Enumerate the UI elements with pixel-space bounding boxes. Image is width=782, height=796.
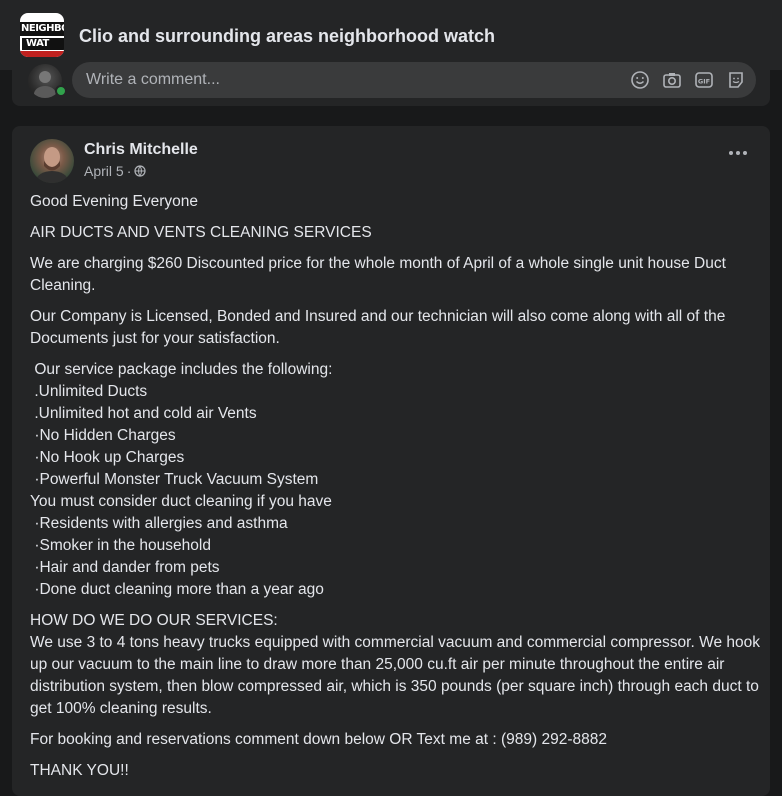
- post-paragraph: Our Company is Licensed, Bonded and Insu…: [30, 308, 730, 347]
- comment-input[interactable]: Write a comment... GIF: [72, 62, 756, 98]
- logo-text-line1: NEIGHBO: [21, 23, 64, 34]
- author-name[interactable]: Chris Mitchelle: [84, 140, 198, 160]
- camera-icon[interactable]: [662, 70, 682, 90]
- dot: [736, 151, 740, 155]
- post-date[interactable]: April 5: [84, 162, 124, 180]
- logo-text-line2: WAT: [26, 38, 49, 49]
- svg-text:GIF: GIF: [698, 77, 710, 85]
- comment-tools: GIF: [630, 70, 746, 90]
- post-paragraph: THANK YOU!!: [30, 762, 129, 779]
- post-paragraph: We are charging $260 Discounted price fo…: [30, 255, 731, 294]
- meta-separator: ·: [126, 163, 132, 179]
- logo-red-bar: [20, 51, 64, 57]
- post-paragraph: For booking and reservations comment dow…: [30, 731, 607, 748]
- sticker-icon[interactable]: [726, 70, 746, 90]
- dot: [743, 151, 747, 155]
- post-body: Good Evening Everyone AIR DUCTS AND VENT…: [30, 191, 760, 782]
- author-avatar[interactable]: [30, 139, 74, 183]
- post-paragraph: Our service package includes the followi…: [30, 361, 333, 598]
- post-meta: April 5 ·: [84, 162, 146, 180]
- comment-composer: Write a comment... GIF: [12, 62, 770, 106]
- emoji-icon[interactable]: [630, 70, 650, 90]
- comment-placeholder: Write a comment...: [86, 71, 220, 88]
- online-status-dot: [55, 85, 67, 97]
- post-paragraph: AIR DUCTS AND VENTS CLEANING SERVICES: [30, 224, 372, 241]
- group-logo[interactable]: NEIGHBO WAT: [20, 13, 64, 57]
- more-options-icon[interactable]: [726, 148, 750, 158]
- post-paragraph: HOW DO WE DO OUR SERVICES: We use 3 to 4…: [30, 612, 760, 717]
- globe-icon[interactable]: [134, 165, 146, 177]
- group-header: NEIGHBO WAT Clio and surrounding areas n…: [0, 0, 782, 70]
- author-figure: [36, 147, 68, 183]
- group-title[interactable]: Clio and surrounding areas neighborhood …: [79, 24, 495, 48]
- gif-icon[interactable]: GIF: [694, 70, 714, 90]
- post-paragraph: Good Evening Everyone: [30, 193, 199, 210]
- dot: [729, 151, 733, 155]
- post-card: Chris Mitchelle April 5 · Good Evening E…: [12, 126, 770, 796]
